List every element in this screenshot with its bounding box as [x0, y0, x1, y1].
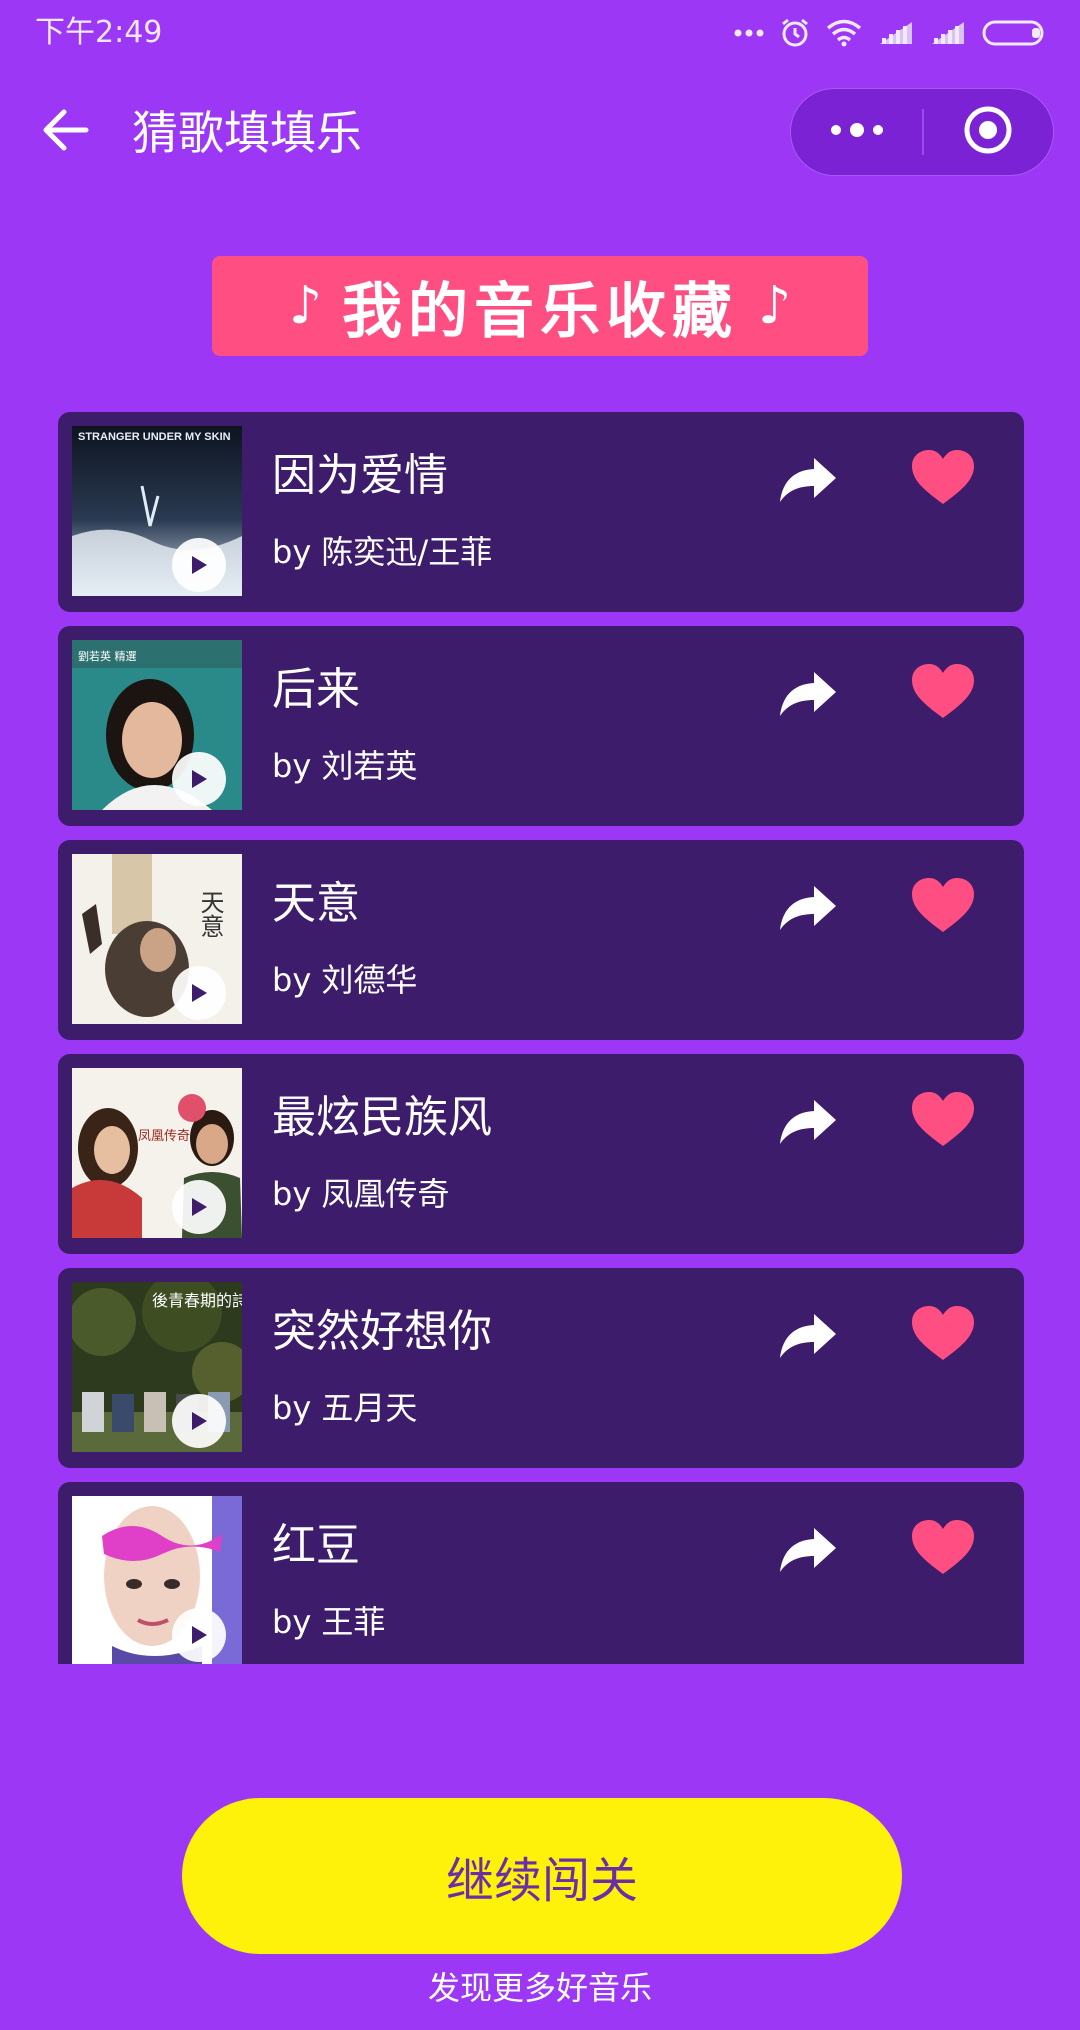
album-cover[interactable]: STRANGER UNDER MY SKIN: [72, 426, 242, 596]
share-arrow-icon: [778, 1310, 838, 1364]
target-circle-icon: [963, 105, 1013, 159]
song-title: 突然好想你: [272, 1306, 492, 1357]
status-time: 下午2:49: [35, 15, 163, 50]
signal-icon: [878, 20, 914, 46]
play-icon: [189, 1196, 209, 1218]
heart-icon: [910, 1090, 976, 1152]
play-icon: [189, 1624, 209, 1646]
album-cover[interactable]: [72, 1496, 242, 1664]
more-dots-icon: [734, 28, 764, 38]
favorite-button[interactable]: [903, 442, 983, 516]
share-arrow-icon: [778, 1524, 838, 1578]
status-bar: 下午2:49: [0, 0, 1080, 66]
continue-button[interactable]: 继续闯关: [182, 1798, 902, 1954]
share-arrow-icon: [778, 668, 838, 722]
heart-icon: [910, 1304, 976, 1366]
song-card: 红豆 by 王菲: [58, 1482, 1024, 1664]
discover-more-link[interactable]: 发现更多好音乐: [0, 1966, 1080, 2010]
play-icon: [189, 554, 209, 576]
song-artist: by 刘德华: [272, 961, 418, 999]
heart-icon: [910, 662, 976, 724]
album-cover[interactable]: 天意: [72, 854, 242, 1024]
song-card: 凤凰传奇 最炫民族风 by 凤凰传奇: [58, 1054, 1024, 1254]
song-card: 劉若英 精選 后来 by 刘若英: [58, 626, 1024, 826]
song-card: 天意 天意 by 刘德华: [58, 840, 1024, 1040]
alarm-icon: [780, 17, 810, 49]
heart-icon: [910, 448, 976, 510]
more-dots-icon: [829, 122, 885, 142]
share-button[interactable]: [768, 876, 848, 942]
album-cover[interactable]: 劉若英 精選: [72, 640, 242, 810]
play-button[interactable]: [172, 538, 226, 592]
heart-icon: [910, 876, 976, 938]
favorite-button[interactable]: [903, 656, 983, 730]
play-button[interactable]: [172, 1608, 226, 1662]
song-list[interactable]: STRANGER UNDER MY SKIN 因为爱情 by 陈奕迅/王菲 劉若…: [58, 412, 1024, 1664]
cover-text: 後青春期的詩: [152, 1291, 242, 1310]
favorite-button[interactable]: [903, 1298, 983, 1372]
share-button[interactable]: [768, 662, 848, 728]
status-icons: [734, 14, 1048, 52]
song-artist: by 刘若英: [272, 747, 418, 785]
cover-text: 劉若英 精選: [78, 649, 137, 663]
battery-icon: [982, 19, 1048, 47]
song-artist: by 五月天: [272, 1389, 418, 1427]
song-card: STRANGER UNDER MY SKIN 因为爱情 by 陈奕迅/王菲: [58, 412, 1024, 612]
heart-icon: [910, 1518, 976, 1580]
share-button[interactable]: [768, 1304, 848, 1370]
mini-program-capsule: [790, 88, 1054, 176]
song-title: 因为爱情: [272, 450, 448, 501]
share-button[interactable]: [768, 1090, 848, 1156]
favorite-button[interactable]: [903, 1084, 983, 1158]
more-menu-button[interactable]: [791, 89, 923, 175]
play-icon: [189, 1410, 209, 1432]
song-title: 天意: [272, 878, 360, 929]
song-card: 後青春期的詩 突然好想你 by 五月天: [58, 1268, 1024, 1468]
music-note-icon: ♪: [758, 276, 792, 336]
song-title: 后来: [272, 664, 360, 715]
play-icon: [189, 768, 209, 790]
arrow-left-icon: [42, 108, 90, 156]
play-button[interactable]: [172, 1394, 226, 1448]
play-button[interactable]: [172, 966, 226, 1020]
cover-text: 凤凰传奇: [138, 1128, 190, 1144]
banner-title: 我的音乐收藏: [342, 276, 738, 347]
back-button[interactable]: [36, 102, 96, 162]
song-artist: by 陈奕迅/王菲: [272, 533, 493, 571]
song-title: 最炫民族风: [272, 1092, 492, 1143]
play-button[interactable]: [172, 1180, 226, 1234]
play-button[interactable]: [172, 752, 226, 806]
cover-text: 天意: [196, 890, 224, 938]
favorite-button[interactable]: [903, 870, 983, 944]
song-artist: by 王菲: [272, 1603, 386, 1641]
share-button[interactable]: [768, 1518, 848, 1584]
page-title: 猜歌填填乐: [132, 106, 362, 160]
play-icon: [189, 982, 209, 1004]
share-arrow-icon: [778, 454, 838, 508]
collection-banner: ♪ 我的音乐收藏 ♪: [212, 256, 868, 356]
cover-text: STRANGER UNDER MY SKIN: [78, 431, 231, 443]
song-artist: by 凤凰传奇: [272, 1175, 450, 1213]
share-arrow-icon: [778, 1096, 838, 1150]
song-title: 红豆: [272, 1520, 360, 1571]
music-note-icon: ♪: [288, 276, 322, 336]
nav-bar: 猜歌填填乐: [0, 80, 1080, 184]
favorite-button[interactable]: [903, 1512, 983, 1586]
album-cover[interactable]: 後青春期的詩: [72, 1282, 242, 1452]
share-button[interactable]: [768, 448, 848, 514]
close-mini-program-button[interactable]: [923, 89, 1053, 175]
album-cover[interactable]: 凤凰传奇: [72, 1068, 242, 1238]
share-arrow-icon: [778, 882, 838, 936]
wifi-icon: [826, 19, 862, 47]
signal-icon: [930, 20, 966, 46]
